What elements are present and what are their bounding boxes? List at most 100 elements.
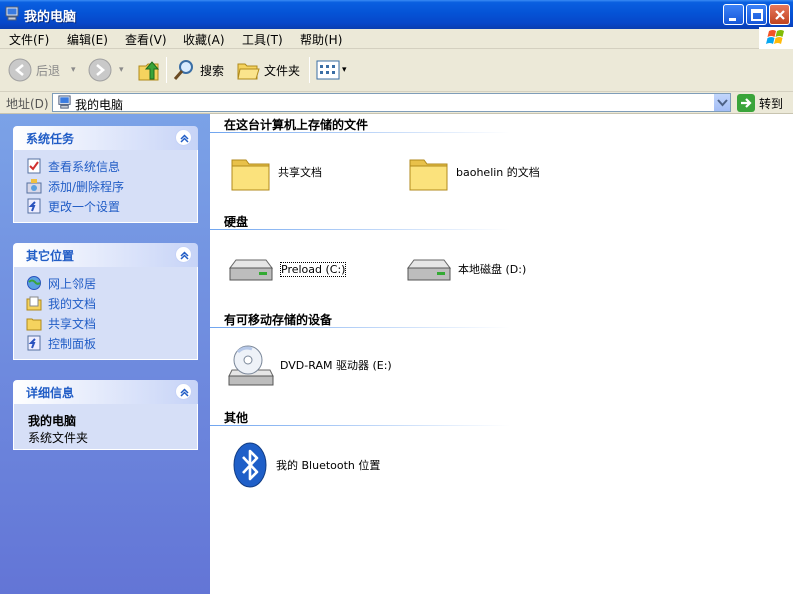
group-divider xyxy=(210,132,510,133)
address-bar: 地址(D) 我的电脑 转到 xyxy=(0,92,793,114)
group-header-removable: 有可移动存储的设备 xyxy=(224,313,333,327)
collapse-icon[interactable] xyxy=(175,383,192,400)
other-places-title: 其它位置 xyxy=(26,249,75,263)
details-header[interactable]: 详细信息 xyxy=(13,380,198,404)
task-change-setting[interactable]: 更改一个设置 xyxy=(14,196,197,216)
file-view[interactable]: 在这台计算机上存储的文件 共享文档 baohelin 的文档 硬盘 Preloa… xyxy=(210,114,793,594)
address-dropdown-button[interactable] xyxy=(713,94,730,111)
collapse-icon[interactable] xyxy=(175,246,192,263)
other-places-header[interactable]: 其它位置 xyxy=(13,243,198,267)
search-button[interactable]: 搜索 xyxy=(172,55,224,85)
group-divider xyxy=(210,425,510,426)
item-drive-c[interactable]: Preload (C:) xyxy=(226,252,347,286)
system-tasks-title: 系统任务 xyxy=(26,132,75,146)
explorer-window: 我的电脑 文件(F) 编辑(E) 查看(V) 收藏(A) 工具(T) 帮助(H) xyxy=(0,0,793,594)
maximize-button[interactable] xyxy=(746,4,767,25)
place-network[interactable]: 网上邻居 xyxy=(14,273,197,293)
details-panel: 详细信息 我的电脑 系统文件夹 xyxy=(13,380,198,450)
folders-button[interactable]: 文件夹 xyxy=(236,55,300,85)
item-label: 共享文档 xyxy=(278,166,322,179)
details-type: 系统文件夹 xyxy=(28,431,89,445)
details-title: 详细信息 xyxy=(26,386,75,400)
go-button[interactable]: 转到 xyxy=(737,94,783,112)
back-arrow-icon xyxy=(8,58,32,82)
group-header-stored-files: 在这台计算机上存储的文件 xyxy=(224,118,369,132)
task-label: 查看系统信息 xyxy=(48,159,121,174)
window-title: 我的电脑 xyxy=(24,10,77,25)
dvd-drive-icon xyxy=(228,345,274,386)
views-button[interactable]: ▾ xyxy=(316,55,347,85)
other-places-panel: 其它位置 网上邻居 我的文档 共享文档 控制面板 xyxy=(13,243,198,360)
task-pane: 系统任务 查看系统信息 添加/删除程序 更改一个设置 其它位置 网上邻居 我的文… xyxy=(0,114,210,594)
address-label: 地址(D) xyxy=(6,97,49,111)
control-panel-icon xyxy=(27,335,41,351)
close-button[interactable] xyxy=(769,4,790,25)
views-dropdown-icon: ▾ xyxy=(342,65,347,75)
control-panel-icon xyxy=(27,198,41,214)
search-label: 搜索 xyxy=(200,63,225,78)
address-input[interactable]: 我的电脑 xyxy=(52,93,731,112)
item-label: DVD-RAM 驱动器 (E:) xyxy=(280,359,392,372)
item-label: baohelin 的文档 xyxy=(456,166,540,179)
folders-label: 文件夹 xyxy=(264,63,301,78)
place-my-documents[interactable]: 我的文档 xyxy=(14,293,197,313)
place-label: 网上邻居 xyxy=(48,276,97,291)
task-label: 更改一个设置 xyxy=(48,199,121,214)
back-dropdown-icon[interactable]: ▾ xyxy=(71,65,76,75)
item-label: Preload (C:) xyxy=(280,261,347,277)
other-places-body: 网上邻居 我的文档 共享文档 控制面板 xyxy=(13,267,198,360)
maximize-icon xyxy=(751,9,763,21)
hard-disk-icon xyxy=(229,259,273,281)
item-bluetooth[interactable]: 我的 Bluetooth 位置 xyxy=(230,442,380,488)
system-info-icon xyxy=(27,158,41,174)
views-icon xyxy=(316,60,340,80)
place-shared-documents[interactable]: 共享文档 xyxy=(14,313,197,333)
menu-bar: 文件(F) 编辑(E) 查看(V) 收藏(A) 工具(T) 帮助(H) xyxy=(0,29,793,49)
folder-up-icon xyxy=(138,61,160,81)
add-remove-programs-icon xyxy=(26,179,42,194)
item-drive-e[interactable]: DVD-RAM 驱动器 (E:) xyxy=(226,342,392,388)
menu-file[interactable]: 文件(F) xyxy=(9,31,49,48)
menu-tools[interactable]: 工具(T) xyxy=(242,31,283,48)
menu-favorites[interactable]: 收藏(A) xyxy=(183,31,225,48)
chevron-down-icon xyxy=(717,99,728,107)
folder-icon xyxy=(231,159,270,191)
item-drive-d[interactable]: 本地磁盘 (D:) xyxy=(404,252,526,286)
search-icon xyxy=(173,60,193,80)
title-bar[interactable]: 我的电脑 xyxy=(0,0,793,29)
bluetooth-icon xyxy=(233,442,267,488)
my-computer-icon xyxy=(58,95,71,109)
network-icon xyxy=(27,276,41,290)
item-label: 本地磁盘 (D:) xyxy=(458,263,527,276)
item-shared-documents[interactable]: 共享文档 xyxy=(230,152,322,192)
minimize-button[interactable] xyxy=(723,4,744,25)
my-computer-icon xyxy=(5,6,19,21)
menu-help[interactable]: 帮助(H) xyxy=(300,31,342,48)
forward-button[interactable] xyxy=(88,55,112,85)
my-documents-icon xyxy=(26,296,42,311)
item-user-documents[interactable]: baohelin 的文档 xyxy=(408,152,540,192)
toolbar: 后退 ▾ ▾ 搜索 文件夹 ▾ xyxy=(0,49,793,92)
folders-icon xyxy=(237,63,260,80)
item-label: 我的 Bluetooth 位置 xyxy=(276,459,381,472)
details-body: 我的电脑 系统文件夹 xyxy=(13,404,198,450)
forward-dropdown-icon[interactable]: ▾ xyxy=(119,65,124,75)
up-button[interactable] xyxy=(136,55,162,85)
group-header-hard-disks: 硬盘 xyxy=(224,215,249,229)
task-add-remove-programs[interactable]: 添加/删除程序 xyxy=(14,176,197,196)
task-view-system-info[interactable]: 查看系统信息 xyxy=(14,156,197,176)
toolbar-separator xyxy=(309,57,310,83)
close-icon xyxy=(775,10,785,20)
address-value: 我的电脑 xyxy=(75,98,124,112)
windows-logo xyxy=(759,27,793,49)
menu-edit[interactable]: 编辑(E) xyxy=(67,31,108,48)
system-tasks-header[interactable]: 系统任务 xyxy=(13,126,198,150)
place-control-panel[interactable]: 控制面板 xyxy=(14,333,197,353)
menu-view[interactable]: 查看(V) xyxy=(125,31,167,48)
toolbar-separator xyxy=(166,57,167,83)
minimize-icon xyxy=(729,18,736,21)
place-label: 我的文档 xyxy=(48,296,97,311)
collapse-icon[interactable] xyxy=(175,129,192,146)
windows-flag-icon xyxy=(766,30,784,44)
back-button[interactable]: 后退 xyxy=(8,55,60,85)
